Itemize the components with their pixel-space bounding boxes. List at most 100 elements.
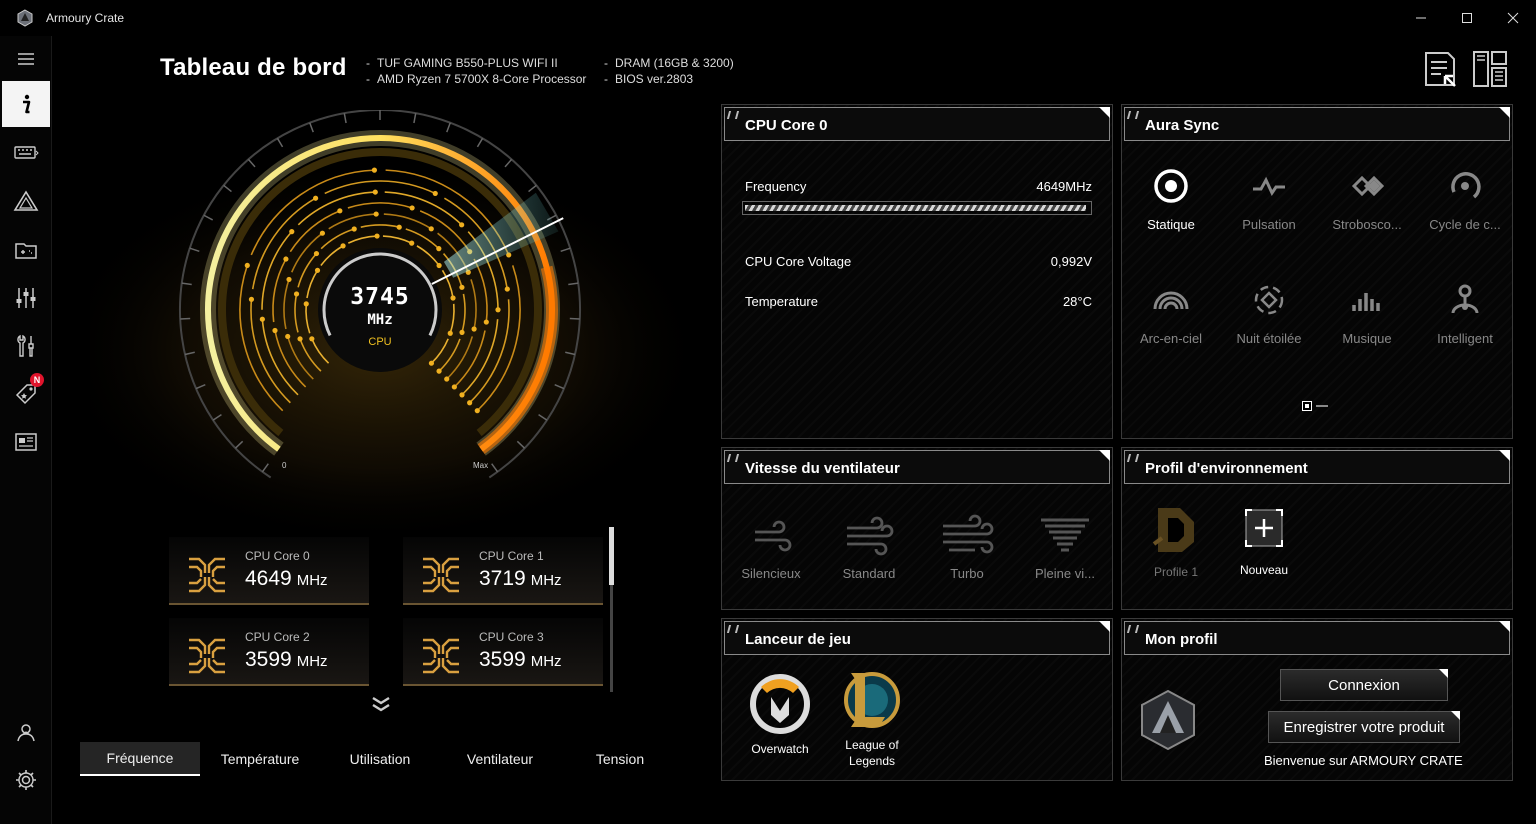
report-icon[interactable]	[1423, 50, 1459, 88]
cores-scroll-thumb[interactable]	[609, 527, 614, 585]
panel-header[interactable]: Aura Sync	[1124, 107, 1510, 141]
core-value: 3719 MHz	[479, 567, 562, 591]
aura-mode-strobe[interactable]: Strobosco...	[1318, 167, 1416, 232]
gauge-circuit-node	[293, 291, 300, 297]
gauge-circuit-node	[283, 256, 289, 262]
core-value: 4649 MHz	[245, 567, 328, 591]
gauge-circuit-node	[297, 336, 303, 342]
panel-header[interactable]: Lanceur de jeu	[724, 621, 1110, 655]
tab-frequence[interactable]: Fréquence	[80, 742, 200, 776]
bios-version: BIOS ver.2803	[604, 71, 734, 87]
fan-mode-standard[interactable]: Standard	[820, 514, 918, 581]
page-indicator[interactable]	[1302, 401, 1328, 411]
gauge-min-label: 0	[282, 461, 287, 470]
gauge-circuit-node	[474, 408, 480, 414]
panel-header[interactable]: CPU Core 0	[724, 107, 1110, 141]
aura-mode-smart[interactable]: Intelligent	[1416, 281, 1514, 346]
core-card-0[interactable]: CPU Core 0 4649 MHz	[169, 537, 369, 605]
tab-tension[interactable]: Tension	[560, 742, 680, 776]
panel-title: Lanceur de jeu	[745, 631, 851, 648]
static-icon	[1154, 169, 1188, 203]
maximize-icon[interactable]	[1444, 0, 1490, 36]
tab-temperature[interactable]: Température	[200, 742, 320, 776]
new-profile-card[interactable]: Nouveau	[1226, 508, 1302, 577]
chevron-down-icon[interactable]	[368, 694, 394, 718]
panel-header[interactable]: Profil d'environnement	[1124, 450, 1510, 484]
tuning-icon[interactable]	[2, 275, 50, 321]
gauge-tick	[276, 137, 284, 148]
tab-utilisation[interactable]: Utilisation	[320, 742, 440, 776]
core-card-3[interactable]: CPU Core 3 3599 MHz	[403, 618, 603, 686]
panel-title: CPU Core 0	[745, 117, 828, 134]
gauge-tick	[446, 122, 451, 133]
gauge-circuit-node	[450, 295, 456, 301]
deals-icon[interactable]: N	[2, 371, 50, 417]
gauge-circuit-node	[372, 189, 378, 195]
profile-1-card[interactable]: Profile 1	[1134, 504, 1218, 579]
user-icon[interactable]	[2, 710, 50, 756]
login-button[interactable]: Connexion	[1280, 669, 1448, 701]
gauge-circuit-node	[447, 330, 453, 336]
armoury-crate-logo	[1141, 689, 1195, 751]
game-league-of-legends[interactable]: League of Legends	[832, 669, 912, 769]
register-product-button[interactable]: Enregistrer votre produit	[1268, 711, 1460, 743]
minimize-icon[interactable]	[1398, 0, 1444, 36]
tab-ventilateur[interactable]: Ventilateur	[440, 742, 560, 776]
gauge-circuit-node	[303, 301, 309, 307]
gauge-circuit-node	[459, 284, 465, 290]
gauge-tick	[343, 113, 347, 124]
gauge-circuit-node	[309, 336, 315, 342]
color-cycle-icon	[1451, 172, 1481, 199]
close-icon[interactable]	[1490, 0, 1536, 36]
keyboard-icon[interactable]	[2, 130, 50, 176]
new-badge: N	[30, 373, 44, 387]
gauge-circuit-node	[428, 360, 435, 366]
sidebar: N	[0, 36, 52, 824]
app-title: Armoury Crate	[46, 11, 125, 25]
aura-mode-pulsation[interactable]: Pulsation	[1220, 167, 1318, 232]
game-overwatch[interactable]: Overwatch	[740, 673, 820, 757]
gauge-circuit-node	[409, 240, 415, 246]
frequency-bar	[742, 201, 1092, 215]
fan-mode-silent[interactable]: Silencieux	[722, 514, 820, 581]
fan-mode-label: Pleine vi...	[1035, 566, 1095, 581]
aura-mode-color-cycle[interactable]: Cycle de c...	[1416, 167, 1514, 232]
page-dot-active[interactable]	[1302, 401, 1312, 411]
core-unit: MHz	[296, 653, 328, 670]
gauge-circuit-node	[459, 392, 465, 398]
game-library-icon[interactable]	[2, 227, 50, 273]
aura-mode-label: Nuit étoilée	[1236, 331, 1302, 346]
core-number: 4649	[245, 567, 292, 590]
gauge-max-label: Max	[473, 461, 489, 470]
gauge-circuit-node	[436, 246, 442, 252]
core-card-2[interactable]: CPU Core 2 3599 MHz	[169, 618, 369, 686]
fan-mode-turbo[interactable]: Turbo	[918, 514, 1016, 581]
panel-header[interactable]: Vitesse du ventilateur	[724, 450, 1110, 484]
aura-mode-starry-night[interactable]: Nuit étoilée	[1220, 281, 1318, 346]
core-card-1[interactable]: CPU Core 1 3719 MHz	[403, 537, 603, 605]
aura-mode-rainbow[interactable]: Arc-en-ciel	[1122, 281, 1220, 346]
dram-info: DRAM (16GB & 3200)	[604, 55, 734, 71]
page-title: Tableau de bord	[160, 54, 347, 81]
fan-mode-full-speed[interactable]: Pleine vi...	[1016, 514, 1114, 581]
layout-icon[interactable]	[1472, 50, 1508, 88]
panel-header[interactable]: Mon profil	[1124, 621, 1510, 655]
aura-mode-label: Cycle de c...	[1429, 217, 1501, 232]
gauge-circuit-node	[373, 211, 379, 217]
gauge-value: 3745	[350, 284, 410, 310]
tools-icon[interactable]	[2, 323, 50, 369]
aura-mode-label: Intelligent	[1437, 331, 1493, 346]
page-dot[interactable]	[1316, 405, 1328, 407]
menu-icon[interactable]	[2, 36, 50, 82]
gauge-center-disc	[318, 248, 442, 372]
music-icon	[1352, 293, 1380, 311]
info-icon[interactable]	[2, 81, 50, 127]
gauge-circuit-node	[319, 230, 326, 236]
aura-mode-statique[interactable]: Statique	[1122, 167, 1220, 232]
aura-icon[interactable]	[2, 179, 50, 225]
news-icon[interactable]	[2, 419, 50, 465]
gauge-circuit-node	[340, 243, 346, 249]
settings-icon[interactable]	[2, 757, 50, 803]
aura-mode-music[interactable]: Musique	[1318, 281, 1416, 346]
gauge-circuit-node	[436, 368, 442, 374]
